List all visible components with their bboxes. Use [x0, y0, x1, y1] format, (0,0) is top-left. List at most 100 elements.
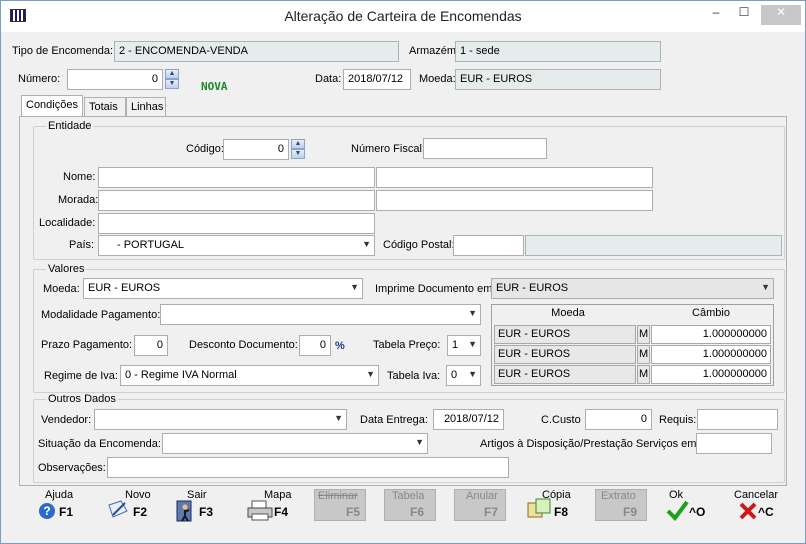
tabela-iva-select[interactable]: 0 ▼: [446, 365, 481, 386]
close-button[interactable]: ✕: [761, 5, 801, 25]
armazem-field: 1 - sede: [455, 41, 661, 62]
svg-text:?: ?: [43, 504, 50, 518]
mapa-key: F4: [274, 505, 289, 519]
cp-locality-field: [525, 235, 782, 256]
grid-cell-moeda[interactable]: EUR - EUROS: [494, 345, 636, 364]
codigo-input[interactable]: 0: [223, 139, 289, 160]
codigo-spinner[interactable]: ▲ ▼: [291, 139, 305, 159]
moeda-field: EUR - EUROS: [455, 69, 661, 90]
morada-input[interactable]: [98, 190, 375, 211]
grid-header-moeda: Moeda: [551, 307, 585, 319]
tab-condicoes[interactable]: Condições: [21, 95, 83, 117]
new-document-icon: [108, 500, 128, 518]
chevron-down-icon[interactable]: ▼: [165, 79, 179, 89]
nome-input[interactable]: [98, 167, 375, 188]
grid-cell-cambio[interactable]: 1.000000000: [651, 365, 771, 384]
tabela-button[interactable]: Tabela F6: [384, 487, 444, 527]
obs-label: Observações:: [38, 462, 106, 474]
extrato-button[interactable]: Extrato F9: [595, 487, 655, 527]
valores-moeda-label: Moeda:: [43, 283, 80, 295]
nif-label: Número Fiscal:: [351, 143, 425, 155]
chevron-down-icon[interactable]: ▼: [291, 149, 305, 159]
grid-cell-cambio[interactable]: 1.000000000: [651, 345, 771, 364]
tipo-field: 2 - ENCOMENDA-VENDA: [114, 41, 399, 62]
extrato-key: F9: [623, 505, 638, 519]
checkmark-icon: [666, 500, 689, 521]
cancelar-button[interactable]: Cancelar ^C: [734, 487, 794, 527]
vendedor-select[interactable]: ▼: [94, 409, 347, 430]
imprime-select[interactable]: EUR - EUROS ▼: [491, 278, 774, 299]
moeda-label: Moeda:: [419, 73, 456, 85]
copy-icon: [527, 498, 551, 518]
entidade-legend: Entidade: [46, 120, 94, 132]
chevron-up-icon[interactable]: ▲: [291, 139, 305, 149]
tab-linhas[interactable]: Linhas: [126, 97, 166, 116]
tabela-preco-select[interactable]: 1 ▼: [447, 335, 481, 356]
obs-input[interactable]: [107, 457, 509, 478]
grid-cell-flag[interactable]: M: [637, 365, 650, 384]
nome2-input[interactable]: [376, 167, 653, 188]
percent-icon: %: [335, 340, 345, 352]
ok-key: ^O: [689, 505, 706, 519]
grid-cell-flag[interactable]: M: [637, 345, 650, 364]
grid-cell-moeda[interactable]: EUR - EUROS: [494, 325, 636, 344]
data-input[interactable]: 2018/07/12: [343, 69, 411, 90]
morada2-input[interactable]: [376, 190, 653, 211]
pais-label: País:: [69, 239, 95, 251]
ccusto-input[interactable]: 0: [585, 409, 652, 430]
chevron-down-icon: ▼: [362, 239, 371, 249]
cp-label: Código Postal:: [383, 239, 455, 251]
modalidade-select[interactable]: ▼: [160, 304, 481, 325]
tab-totais[interactable]: Totais: [84, 97, 126, 116]
chevron-up-icon[interactable]: ▲: [165, 69, 179, 79]
grid-cell-flag[interactable]: M: [637, 325, 650, 344]
data-entrega-label: Data Entrega:: [360, 414, 428, 426]
numero-input[interactable]: 0: [67, 69, 163, 90]
tabela-iva-value: 0: [451, 369, 458, 381]
anular-button[interactable]: Anular F7: [454, 487, 514, 527]
sair-key: F3: [199, 505, 214, 519]
eliminar-button[interactable]: Eliminar F5: [314, 487, 374, 527]
printer-icon: [247, 500, 273, 521]
cp-input[interactable]: [453, 235, 524, 256]
chevron-down-icon: ▼: [761, 282, 770, 292]
desconto-input[interactable]: 0: [299, 335, 331, 356]
grid-cell-moeda[interactable]: EUR - EUROS: [494, 365, 636, 384]
exit-door-icon: [176, 500, 192, 522]
codigo-label: Código:: [186, 143, 224, 155]
maximize-button[interactable]: ☐: [731, 5, 757, 25]
novo-key: F2: [133, 505, 148, 519]
mapa-button[interactable]: Mapa F4: [244, 487, 304, 527]
data-label: Data:: [315, 73, 342, 85]
chevron-down-icon: ▼: [468, 369, 477, 379]
ok-button[interactable]: Ok ^O: [665, 487, 725, 527]
data-entrega-input[interactable]: 2018/07/12: [433, 409, 504, 430]
artigos-input[interactable]: [696, 433, 772, 454]
minimize-button[interactable]: –: [703, 5, 729, 25]
situacao-select[interactable]: ▼: [162, 433, 428, 454]
ajuda-key: F1: [59, 505, 74, 519]
requis-input[interactable]: [697, 409, 778, 430]
modalidade-label: Modalidade Pagamento:: [41, 309, 161, 321]
pais-select[interactable]: - PORTUGAL ▼: [98, 235, 375, 256]
localidade-input[interactable]: [98, 213, 375, 234]
title-bar: Alteração de Carteira de Encomendas – ☐ …: [1, 1, 805, 32]
anular-key: F7: [484, 505, 499, 519]
close-icon: [739, 502, 757, 520]
artigos-label: Artigos à Disposição/Prestação Serviços …: [480, 438, 700, 450]
pais-value: - PORTUGAL: [117, 239, 185, 251]
novo-button[interactable]: Novo F2: [103, 487, 163, 527]
valores-moeda-select[interactable]: EUR - EUROS ▼: [83, 278, 363, 299]
tabela-iva-label: Tabela Iva:: [387, 370, 441, 382]
regime-select[interactable]: 0 - Regime IVA Normal ▼: [120, 365, 379, 386]
sair-button[interactable]: Sair F3: [173, 487, 233, 527]
tabela-preco-value: 1: [452, 339, 459, 351]
help-icon: ?: [39, 503, 55, 519]
numero-spinner[interactable]: ▲ ▼: [165, 69, 179, 89]
prazo-input[interactable]: 0: [134, 335, 168, 356]
grid-cell-cambio[interactable]: 1.000000000: [651, 325, 771, 344]
copia-button[interactable]: Cópia F8: [524, 487, 584, 527]
nif-input[interactable]: [423, 138, 547, 159]
ajuda-button[interactable]: Ajuda ? F1: [35, 487, 95, 527]
desconto-label: Desconto Documento:: [189, 339, 298, 351]
